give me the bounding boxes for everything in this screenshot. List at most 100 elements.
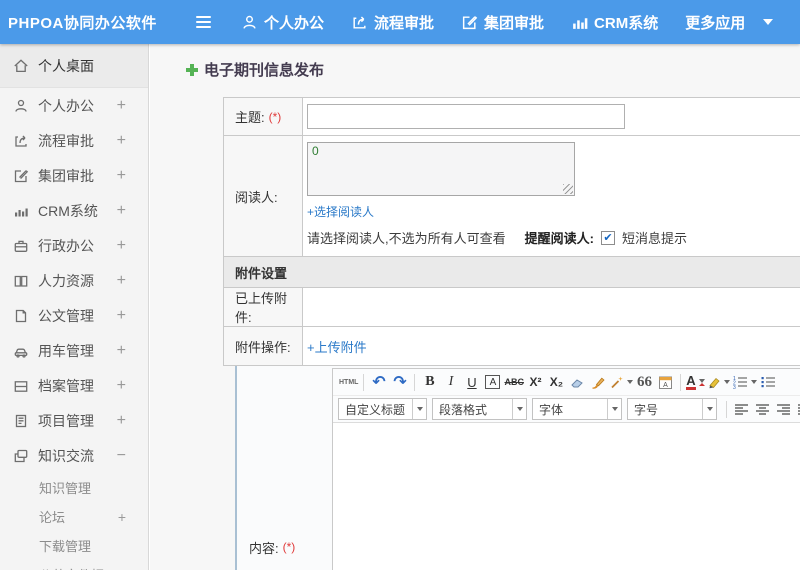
edit-icon bbox=[461, 14, 478, 31]
toolbar-separator bbox=[363, 373, 365, 391]
car-icon bbox=[13, 343, 29, 359]
blockquote-button[interactable]: 66 bbox=[635, 372, 654, 393]
rich-text-editor: HTML ↶ ↷ B I U A ABC X² X₂ 66 A A 1 2 3 … bbox=[332, 368, 800, 570]
ordered-list-button[interactable]: 123 bbox=[732, 372, 757, 393]
html-source-button[interactable]: HTML bbox=[339, 372, 358, 393]
expand-plus-icon[interactable]: + bbox=[117, 97, 126, 115]
redo-button[interactable]: ↷ bbox=[390, 372, 409, 393]
expand-plus-icon[interactable]: + bbox=[117, 342, 126, 360]
sidebar-subitem-downloads[interactable]: 下载管理 bbox=[0, 531, 148, 560]
nav-crm-system[interactable]: CRM系统 bbox=[571, 12, 658, 33]
align-center-button[interactable] bbox=[753, 399, 772, 420]
hamburger-menu-icon[interactable] bbox=[196, 16, 211, 28]
sidebar-subitem-knowledge-mgmt[interactable]: 知识管理 bbox=[0, 473, 148, 502]
sidebar-item-vehicles[interactable]: 用车管理 + bbox=[0, 333, 148, 368]
process-icon bbox=[351, 14, 368, 31]
expand-plus-icon[interactable]: + bbox=[117, 237, 126, 255]
caret-down-icon bbox=[626, 380, 633, 384]
sidebar-item-group-approval[interactable]: 集团审批 + bbox=[0, 158, 148, 193]
select-label: 字号 bbox=[634, 402, 659, 417]
font-size-select[interactable]: 字号 bbox=[627, 398, 717, 420]
editor-content-area[interactable] bbox=[333, 423, 800, 570]
content-label: 内容: bbox=[249, 540, 279, 556]
sidebar-item-projects[interactable]: 项目管理 + bbox=[0, 403, 148, 438]
autoformat-wand-button[interactable] bbox=[610, 372, 633, 393]
format-brush-button[interactable] bbox=[589, 372, 608, 393]
nav-more-apps[interactable]: 更多应用 bbox=[685, 12, 774, 33]
nav-label: 流程审批 bbox=[374, 14, 435, 32]
sidebar-item-label: 集团审批 bbox=[38, 167, 94, 184]
undo-button[interactable]: ↶ bbox=[369, 372, 388, 393]
align-left-button[interactable] bbox=[732, 399, 751, 420]
caret-down-icon[interactable] bbox=[763, 19, 774, 25]
sidebar-item-hr[interactable]: 人力资源 + bbox=[0, 263, 148, 298]
readers-value-cell: 0 +选择阅读人 请选择阅读人,不选为所有人可查看 提醒阅读人: ✔ 短消息提示 bbox=[303, 136, 800, 256]
sidebar-subitem-public-files[interactable]: 公共文件柜 bbox=[0, 560, 148, 570]
nav-process-approval[interactable]: 流程审批 bbox=[351, 12, 434, 33]
nav-group-approval[interactable]: 集团审批 bbox=[461, 12, 544, 33]
expand-plus-icon[interactable]: + bbox=[117, 167, 126, 185]
highlight-color-button[interactable] bbox=[707, 372, 730, 393]
justify-button[interactable] bbox=[795, 399, 800, 420]
unordered-list-button[interactable] bbox=[759, 372, 778, 393]
uploaded-label-cell: 已上传附件: bbox=[224, 288, 303, 326]
expand-plus-icon[interactable]: + bbox=[117, 377, 126, 395]
highlighter-pen-icon bbox=[709, 377, 720, 389]
subscript-button[interactable]: X₂ bbox=[547, 372, 566, 393]
attachment-ops-row: 附件操作: +上传附件 bbox=[223, 327, 800, 366]
upload-attachment-link[interactable]: +上传附件 bbox=[307, 337, 367, 356]
top-header: PHPOA协同办公软件 个人办公 流程审批 集团审批 CRM系统 更多应用 bbox=[0, 0, 800, 44]
sms-checkbox[interactable]: ✔ bbox=[600, 230, 615, 245]
caret-down-icon bbox=[750, 380, 757, 384]
check-mark-icon: ✔ bbox=[603, 232, 613, 244]
archive-icon bbox=[13, 378, 29, 394]
font-box-glyph: A bbox=[485, 375, 501, 389]
select-readers-link[interactable]: +选择阅读人 bbox=[307, 203, 374, 220]
user-icon bbox=[241, 14, 258, 31]
expand-plus-icon[interactable]: + bbox=[117, 202, 126, 220]
strikethrough-button[interactable]: ABC bbox=[504, 372, 524, 393]
expand-plus-icon[interactable]: + bbox=[117, 307, 126, 325]
sidebar-item-process-approval[interactable]: 流程审批 + bbox=[0, 123, 148, 158]
underline-button[interactable]: U bbox=[462, 372, 481, 393]
sidebar-item-knowledge[interactable]: 知识交流 − bbox=[0, 438, 148, 473]
resize-grip-icon[interactable] bbox=[563, 184, 573, 194]
font-style-button[interactable]: A bbox=[483, 372, 502, 393]
bold-button[interactable]: B bbox=[420, 372, 439, 393]
nav-label: 个人办公 bbox=[264, 14, 325, 32]
sidebar-item-label: 个人办公 bbox=[38, 97, 94, 114]
expand-plus-icon[interactable]: + bbox=[117, 412, 126, 430]
readers-hint: 请选择阅读人,不选为所有人可查看 bbox=[307, 231, 506, 246]
caret-down-icon bbox=[723, 380, 730, 384]
svg-text:3: 3 bbox=[733, 385, 736, 389]
paragraph-format-select[interactable]: 段落格式 bbox=[432, 398, 527, 420]
uploaded-attachments-row: 已上传附件: bbox=[223, 288, 800, 327]
custom-heading-select[interactable]: 自定义标题 bbox=[338, 398, 427, 420]
font-color-button[interactable]: A bbox=[686, 372, 705, 393]
caret-down-icon bbox=[607, 399, 621, 419]
expand-plus-icon[interactable]: + bbox=[118, 509, 126, 525]
expand-plus-icon[interactable]: + bbox=[117, 132, 126, 150]
subject-input[interactable] bbox=[307, 104, 625, 129]
nav-personal-office[interactable]: 个人办公 bbox=[241, 12, 324, 33]
superscript-button[interactable]: X² bbox=[526, 372, 545, 393]
italic-button[interactable]: I bbox=[441, 372, 460, 393]
expand-plus-icon[interactable]: + bbox=[117, 272, 126, 290]
page-title-row: 电子期刊信息发布 bbox=[185, 59, 800, 80]
sidebar-item-documents[interactable]: 公文管理 + bbox=[0, 298, 148, 333]
readers-textarea[interactable]: 0 bbox=[307, 142, 575, 196]
sidebar-item-desktop[interactable]: 个人桌面 bbox=[0, 44, 148, 88]
font-family-select[interactable]: 字体 bbox=[532, 398, 622, 420]
insert-table-button[interactable]: A bbox=[656, 372, 675, 393]
sidebar-item-crm[interactable]: CRM系统 + bbox=[0, 193, 148, 228]
sidebar-item-personal-office[interactable]: 个人办公 + bbox=[0, 88, 148, 123]
collapse-minus-icon[interactable]: − bbox=[117, 447, 126, 465]
sidebar-item-archives[interactable]: 档案管理 + bbox=[0, 368, 148, 403]
toolbar-separator bbox=[726, 400, 727, 418]
bar-chart-icon bbox=[13, 203, 29, 219]
align-right-button[interactable] bbox=[774, 399, 793, 420]
eraser-button[interactable] bbox=[568, 372, 587, 393]
attachment-ops-label-cell: 附件操作: bbox=[224, 327, 303, 365]
sidebar-item-admin-office[interactable]: 行政办公 + bbox=[0, 228, 148, 263]
sidebar-subitem-forum[interactable]: 论坛 + bbox=[0, 502, 148, 531]
